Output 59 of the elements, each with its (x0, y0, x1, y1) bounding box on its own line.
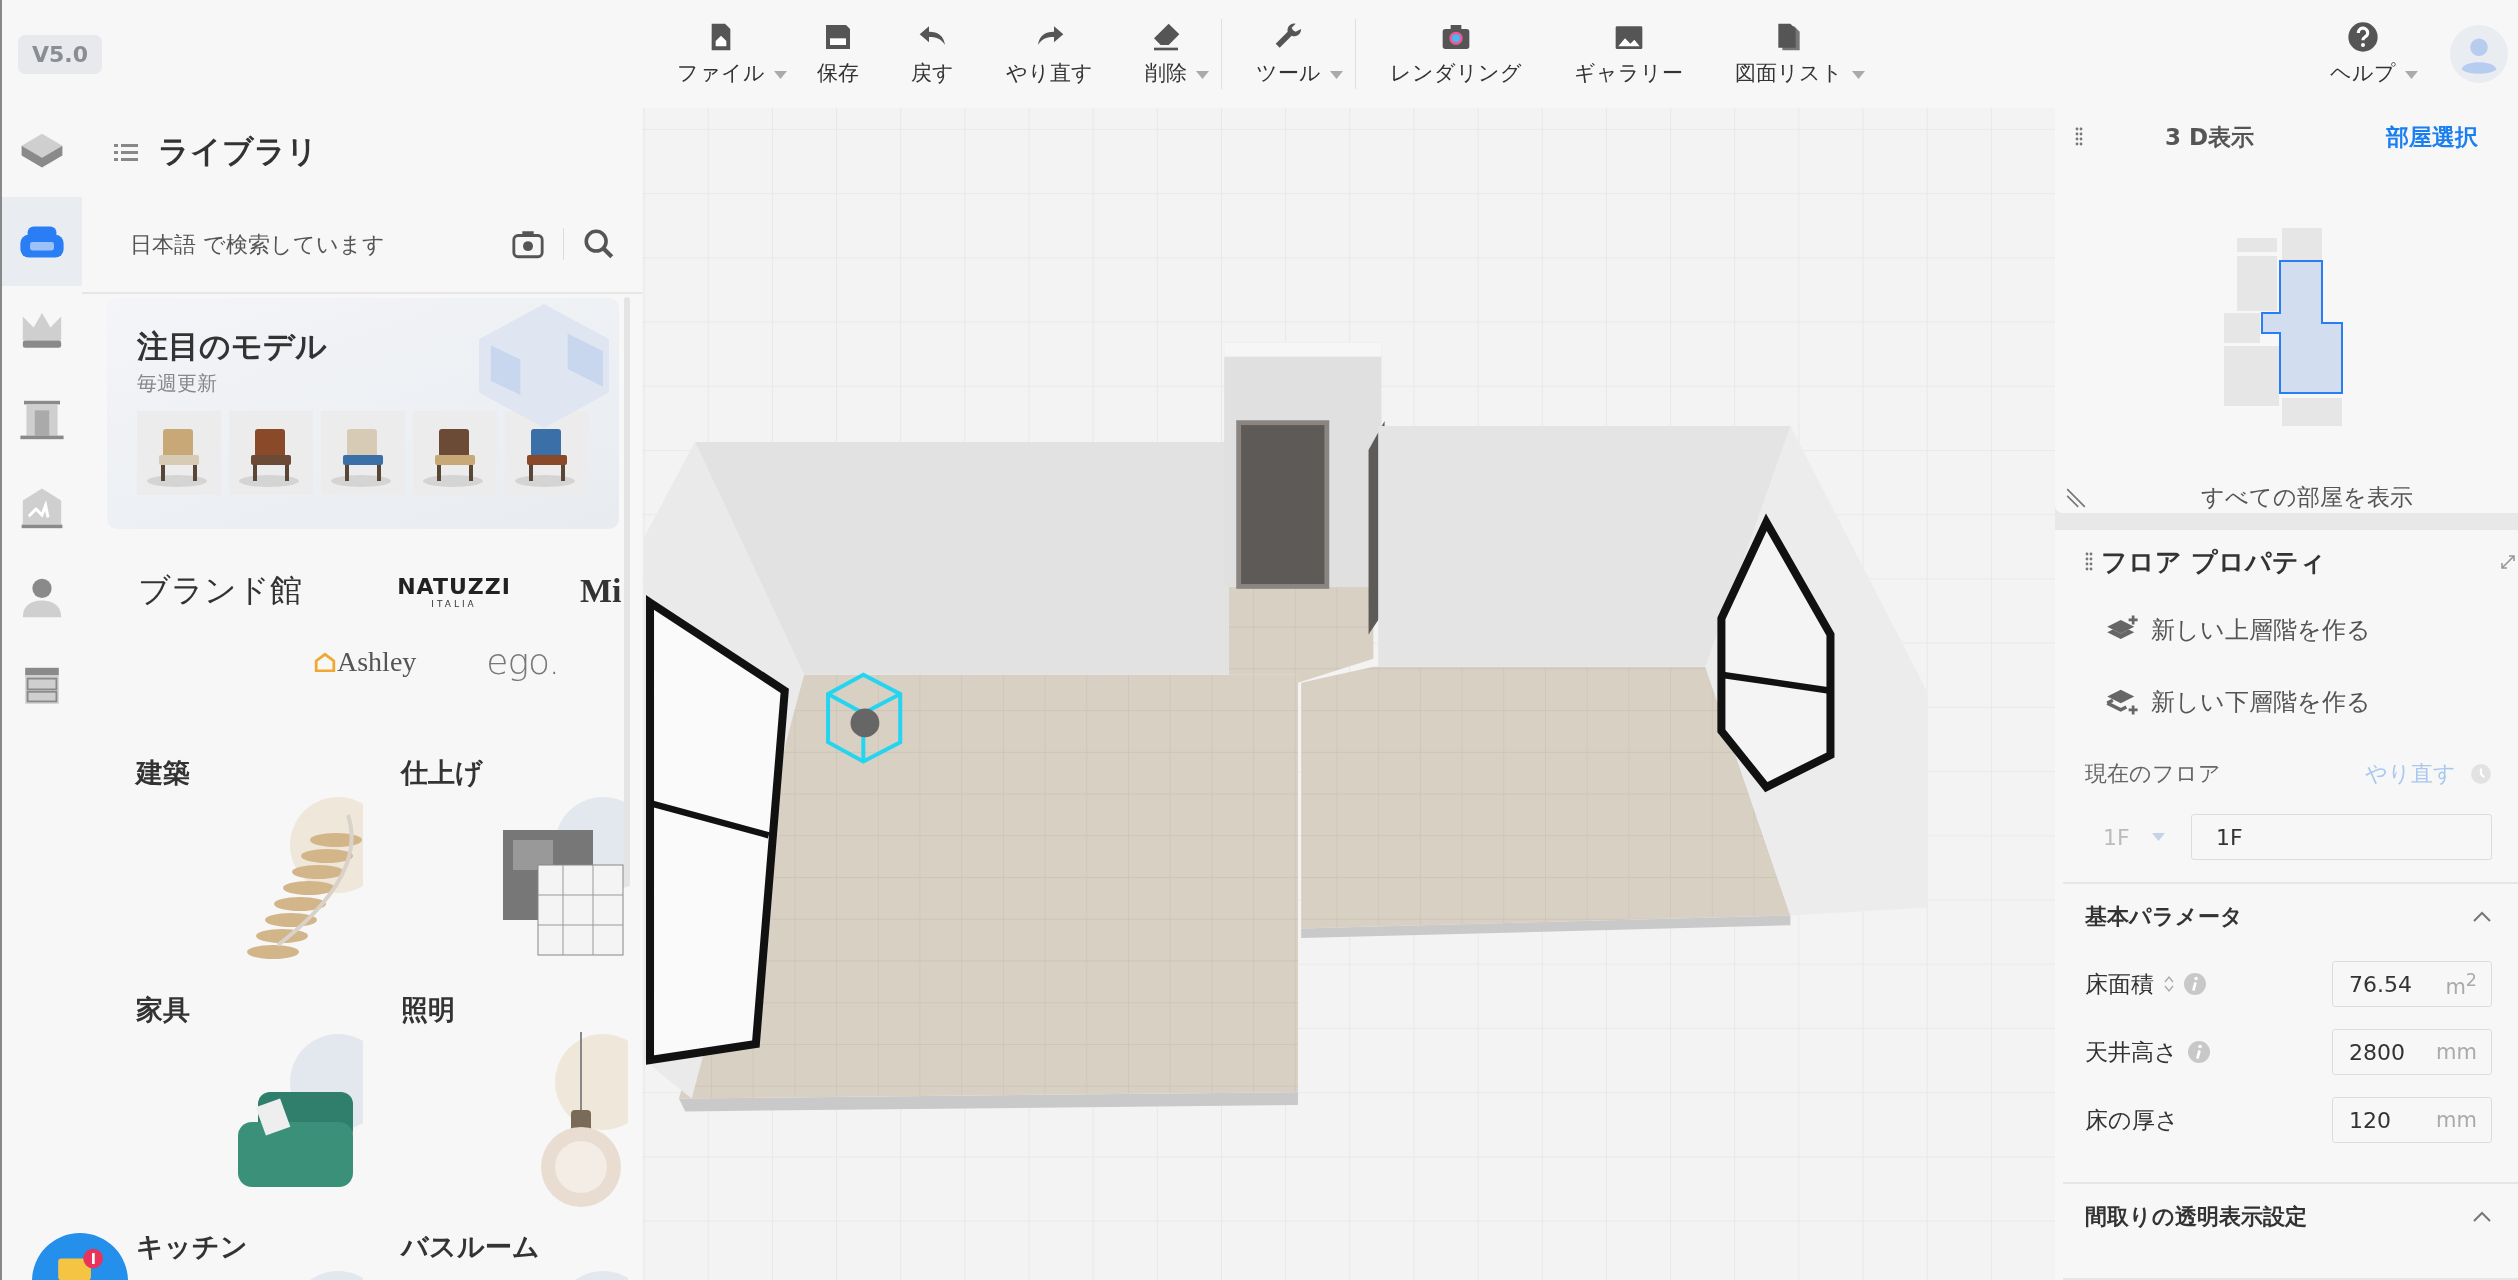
section-title: 基本パラメータ (2085, 903, 2243, 931)
card-subtitle: 毎週更新 (137, 370, 218, 397)
section-title: ブランド館 (138, 570, 303, 611)
room-select-link[interactable]: 部屋選択 (2386, 121, 2478, 153)
help-icon (2347, 21, 2379, 53)
search-icon[interactable] (582, 227, 616, 261)
field-label: 天井高さ (2085, 1037, 2178, 1067)
expand-icon[interactable] (2500, 554, 2516, 570)
toolbar-button[interactable]: ギャラリー (1548, 21, 1709, 87)
card-icon (56, 1247, 104, 1280)
category-title[interactable]: 照明 (401, 992, 642, 1032)
toolbar-button[interactable]: 削除 (1119, 21, 1213, 87)
field-label: 床の厚さ (2085, 1105, 2179, 1135)
toolbar-button[interactable]: レンダリング (1364, 21, 1548, 87)
field-label: 現在のフロア (2085, 760, 2221, 788)
number-field[interactable]: 120 mm (2332, 1097, 2492, 1143)
caret-icon (2151, 833, 2165, 841)
panel-title: 3 D表示 (2165, 122, 2255, 152)
featured-card[interactable]: 注目のモデル 毎週更新 (107, 298, 619, 529)
brand-logo[interactable]: ego. (486, 641, 559, 682)
version-badge: V5.0 (18, 34, 102, 74)
resize-icon[interactable] (2065, 487, 2087, 509)
number-field[interactable]: 2800 mm (2332, 1029, 2492, 1075)
drag-handle-icon[interactable] (2075, 127, 2083, 147)
chevron-up-icon[interactable] (2472, 911, 2492, 923)
add-floor-button[interactable]: 新しい上層階を作る (2063, 594, 2371, 666)
info-icon[interactable] (2188, 1041, 2210, 1063)
panel-title: ライブラリ (158, 132, 318, 171)
category-title[interactable]: 家具 (136, 992, 401, 1032)
category-title[interactable]: 建築 (136, 755, 401, 795)
toolbar-button[interactable]: 保存 (791, 21, 885, 87)
toolbar-button[interactable]: ツール (1230, 21, 1347, 87)
brand-logo[interactable]: Ashley (314, 645, 417, 678)
category-title[interactable]: バスルーム (401, 1229, 642, 1269)
add-floor-button[interactable]: 新しい下層階を作る (2063, 666, 2371, 738)
brand-logo[interactable]: Mi (580, 572, 622, 610)
drag-handle-icon[interactable] (2085, 552, 2093, 572)
search-field[interactable]: 日本語 で検索しています (128, 230, 493, 258)
toolbar-button[interactable]: 戻す (885, 21, 980, 87)
toolbar-button[interactable]: ファイル (651, 21, 791, 87)
panel-title: フロア プロパティ (2101, 545, 2327, 579)
category-title[interactable]: キッチン (136, 1229, 401, 1269)
section-title: 間取りの透明表示設定 (2085, 1203, 2307, 1231)
category-title[interactable]: 仕上げ (401, 755, 642, 795)
sort-icon[interactable] (2164, 975, 2174, 993)
toolbar-button[interactable]: やり直す (980, 21, 1119, 87)
show-all-rooms-link[interactable]: すべての部屋を表示 (2200, 482, 2413, 513)
info-icon[interactable] (2184, 973, 2206, 995)
toolbar-button[interactable]: 図面リスト (1709, 21, 1869, 87)
room-3d-drawing[interactable] (642, 108, 2055, 1280)
brand-logo[interactable]: NATUZZI ITALIA (398, 573, 510, 609)
number-field[interactable]: 76.54 m$^{2}$ (2332, 961, 2492, 1007)
floor-name-field[interactable]: 1F (2191, 814, 2492, 860)
list-icon[interactable] (114, 142, 138, 162)
help-button[interactable]: ヘルプ (2304, 21, 2422, 87)
chevron-up-icon[interactable] (2472, 1211, 2492, 1223)
sidebar-tab[interactable] (2, 197, 82, 286)
card-title: 注目のモデル (137, 327, 328, 366)
field-label: 床面積 (2085, 969, 2154, 999)
